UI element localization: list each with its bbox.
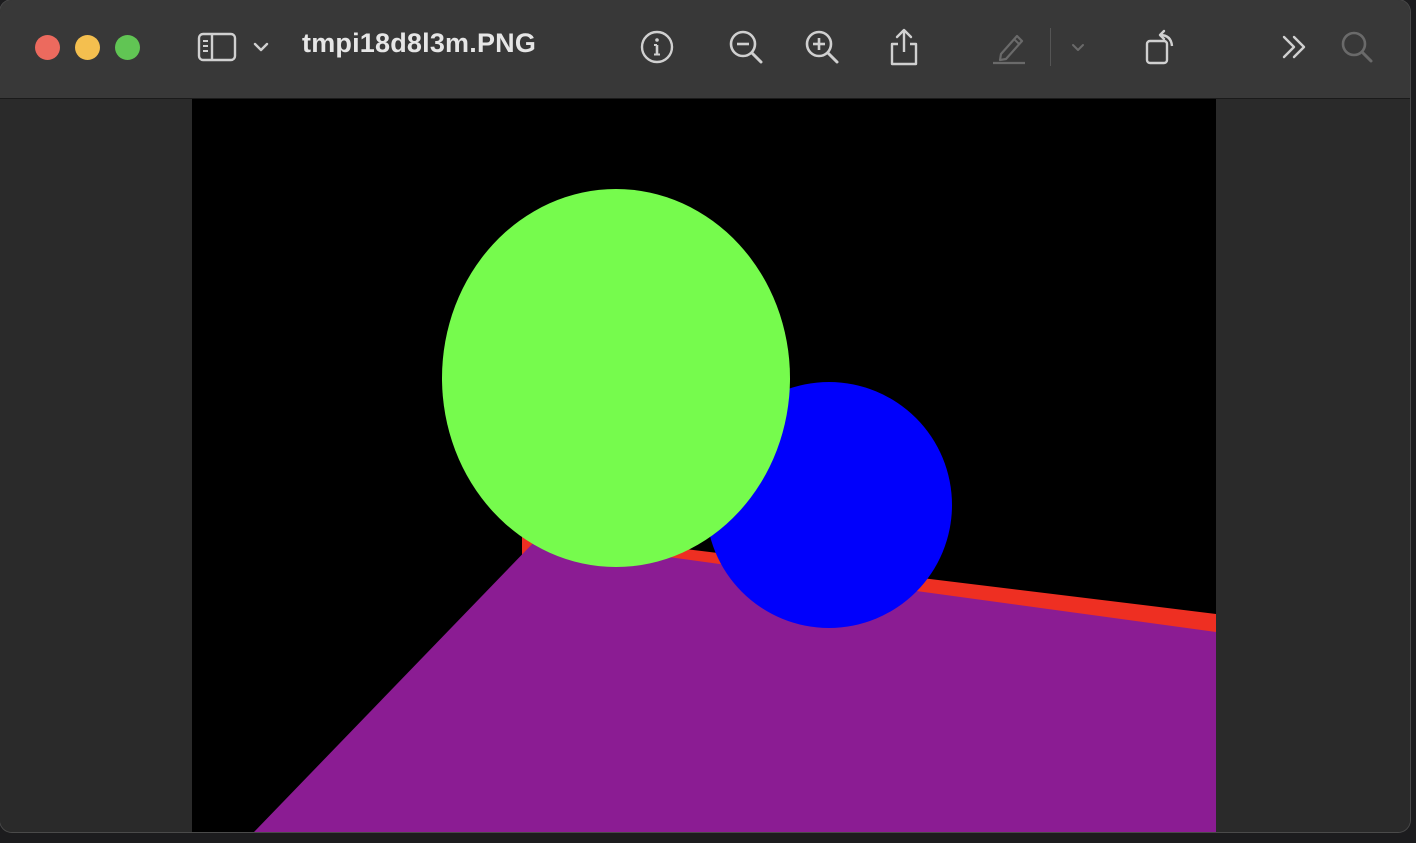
rotate-button[interactable] [1134,22,1184,72]
markup-button[interactable] [984,22,1034,72]
minimize-button[interactable] [75,35,100,60]
info-icon [640,30,674,64]
share-icon [890,28,918,66]
more-button[interactable] [1270,22,1320,72]
info-button[interactable] [632,22,682,72]
window-title: tmpi18d8l3m.PNG [302,28,537,58]
image-view[interactable] [192,99,1216,832]
close-button[interactable] [35,35,60,60]
zoom-out-button[interactable] [721,22,771,72]
preview-window: tmpi18d8l3m.PNG [0,0,1410,832]
sidebar-toggle-button[interactable] [192,22,242,72]
toolbar: tmpi18d8l3m.PNG [0,0,1410,99]
sidebar-options-button[interactable] [238,22,284,72]
toolbar-divider [1050,28,1051,66]
zoom-in-icon [805,30,839,64]
markup-pen-icon [993,34,1025,65]
green-sphere [442,189,790,567]
rotate-icon [1145,29,1174,65]
more-chevrons-icon [1282,35,1306,59]
markup-chevron-down-icon [1072,44,1084,51]
search-button[interactable] [1332,22,1382,72]
chevron-down-icon [253,42,269,52]
zoom-out-icon [729,30,763,64]
search-icon [1341,31,1373,63]
preview-content-area [0,99,1410,832]
markup-options-button[interactable] [1056,22,1100,72]
share-button[interactable] [879,22,929,72]
rendered-image [192,99,1216,832]
maximize-button[interactable] [115,35,140,60]
zoom-in-button[interactable] [797,22,847,72]
sidebar-toggle-icon [197,32,237,62]
